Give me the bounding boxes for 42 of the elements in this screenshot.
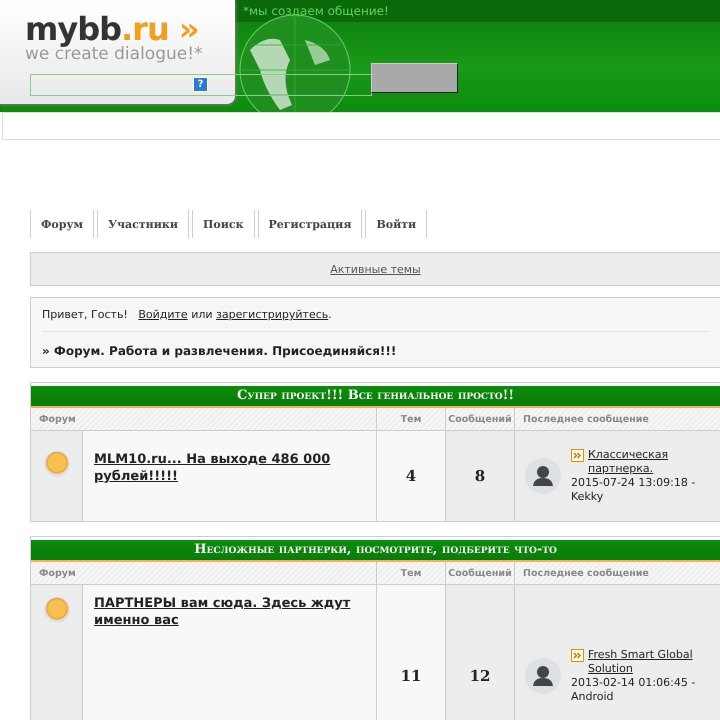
forum-status-icon (44, 597, 70, 623)
last-post-meta: 2013-02-14 01:06:45 - Android (571, 676, 696, 704)
or-text: или (191, 308, 213, 321)
last-post-meta: 2015-07-24 13:09:18 - Kekky (571, 476, 696, 504)
column-header: Последнее сообщение (515, 408, 720, 431)
nav-tab[interactable]: Поиск (192, 210, 255, 238)
forum-title-link[interactable]: ПАРТНЕРЫ вам сюда. Здесь ждут именно вас (94, 595, 366, 629)
topics-count: 11 (377, 585, 446, 720)
topics-count: 4 (377, 431, 446, 522)
greeting-text: Привет, Гость! (42, 308, 128, 321)
category-title: Несложные партнерки, посмотрите, подберите что-то (31, 537, 720, 562)
column-header: Последнее сообщение (515, 562, 720, 585)
tagline: *мы создаем общение! (243, 4, 389, 18)
active-topics-link[interactable]: Активные темы (330, 262, 421, 276)
nav-tab[interactable]: Участники (97, 210, 189, 238)
posts-count: 8 (446, 431, 515, 522)
column-header: Форум (31, 408, 377, 431)
search-button[interactable] (371, 63, 458, 93)
search-field[interactable] (30, 74, 372, 96)
column-header: Сообщений (446, 562, 515, 585)
nav-tab[interactable]: Войти (365, 210, 428, 238)
go-icon[interactable] (571, 449, 584, 462)
register-link[interactable]: зарегистрируйтесь (216, 308, 328, 321)
last-post-link[interactable]: Fresh Smart Global Solution (588, 648, 720, 676)
forum-title-link[interactable]: MLM10.ru... На выходе 486 000 рублей!!!!! (94, 451, 366, 485)
announcement: » Форум. Работа и развлечения. Присоединяйся!!! (42, 344, 398, 358)
category-title: Супер проект!!! Все гениальное просто!! (31, 383, 720, 408)
column-header: Тем (377, 562, 446, 585)
avatar-icon (525, 458, 561, 494)
login-link[interactable]: Войдите (138, 308, 188, 321)
last-post-link[interactable]: Классическая партнерка. (588, 448, 720, 476)
column-header: Форум (31, 562, 377, 585)
posts-count: 12 (446, 585, 515, 720)
period-text: . (328, 308, 332, 321)
column-header: Тем (377, 408, 446, 431)
nav-tab[interactable]: Форум (30, 210, 94, 238)
avatar-icon (525, 658, 561, 694)
column-header: Сообщений (446, 408, 515, 431)
forum-status-icon (44, 451, 70, 477)
go-icon[interactable] (571, 649, 584, 662)
help-button[interactable]: ? (193, 77, 208, 92)
nav-tab[interactable]: Регистрация (258, 210, 362, 238)
